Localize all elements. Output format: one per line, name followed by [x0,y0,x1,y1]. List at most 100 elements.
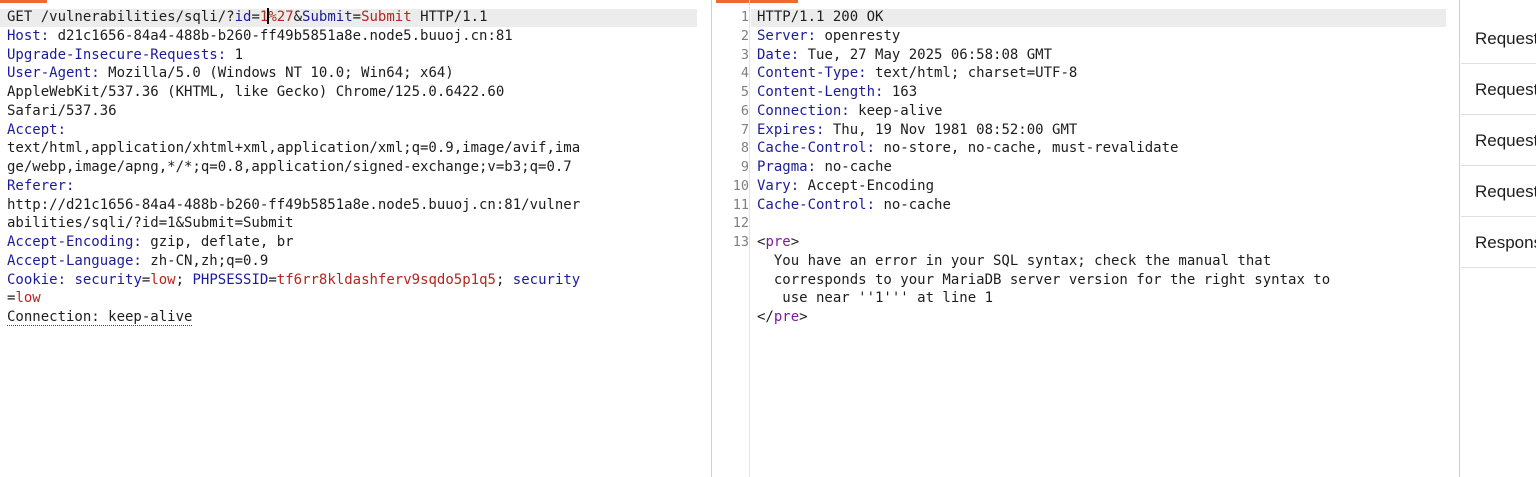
text-segment: use near ''1''' at line 1 [757,290,994,307]
text-segment: 163 [883,84,918,100]
request-line: Connection: keep-alive [7,308,580,327]
inspector-request-attributes[interactable]: Request [1461,13,1536,64]
response-line: Connection: keep-alive [757,102,1330,121]
text-segment: = [352,9,362,25]
text-segment: http://d21c1656-84a4-488b-b260-ff49b5851… [7,196,581,213]
header-name: security [74,271,142,288]
text-segment: keep-alive [849,102,943,119]
text-segment: openresty [816,27,901,44]
header-name: PHPSESSID [192,271,269,288]
html-tag: pre [773,309,800,325]
response-line: HTTP/1.1 200 OK [757,8,1330,27]
text-segment: d21c1656-84a4-488b-b260-ff49b5851a8e.nod… [49,27,513,44]
gutter-divider [749,0,750,477]
line-number: 12 [732,215,749,232]
request-line: http://d21c1656-84a4-488b-b260-ff49b5851… [7,196,580,215]
response-line: Server: openresty [757,27,1330,46]
text-segment: > [799,309,808,325]
header-name: Accept-Encoding: [7,234,142,250]
response-line: Vary: Accept-Encoding [757,177,1330,196]
text-segment: </ [757,309,774,325]
header-name: Connection: [757,102,850,119]
text-segment: > [790,234,800,250]
text-segment: = [268,271,277,288]
text-segment: corresponds to your MariaDB server versi… [757,271,1331,288]
header-name: Referer: [7,177,75,194]
header-name: Content-Type: [757,65,867,82]
text-segment: AppleWebKit/537.36 (KHTML, like Gecko) C… [7,84,505,100]
request-line: text/html,application/xhtml+xml,applicat… [7,139,580,158]
text-segment: = [251,9,260,25]
response-line: You have an error in your SQL syntax; ch… [757,252,1330,271]
line-number: 5 [740,84,749,100]
inspector-response-headers[interactable]: Response [1461,217,1536,268]
line-number: 7 [740,121,749,138]
response-line: Expires: Thu, 19 Nov 1981 08:52:00 GMT [757,121,1330,140]
line-number: 11 [732,196,749,213]
param-value: low [150,271,176,288]
response-line: corresponds to your MariaDB server versi… [757,271,1330,290]
response-line: Date: Tue, 27 May 2025 06:58:08 GMT [757,46,1330,65]
response-line: </pre> [757,308,1330,327]
line-number: 1 [740,9,749,25]
request-line: Referer: [7,177,580,196]
request-line: =low [7,289,580,308]
param-value: low [15,290,41,307]
request-line: User-Agent: Mozilla/5.0 (Windows NT 10.0… [7,64,580,83]
inspector-request-headers[interactable]: Request [1461,166,1536,217]
header-name: security [512,271,581,288]
text-segment: GET /vulnerabilities/sqli/? [7,9,235,25]
request-line: Upgrade-Insecure-Requests: 1 [7,46,580,65]
response-line: <pre> [757,233,1330,252]
header-name: Pragma: [757,159,817,175]
text-segment: no-cache [875,196,951,213]
response-line: Content-Length: 163 [757,83,1330,102]
text-segment: 1 [226,46,244,63]
text-segment: Thu, 19 Nov 1981 08:52:00 GMT [824,121,1078,138]
request-line: Cookie: security=low; PHPSESSID=tf6rr8kl… [7,271,580,290]
line-number: 9 [740,159,749,175]
header-name: Cookie: [7,271,67,288]
html-tag: pre [765,234,791,250]
header-name: Date: [757,46,800,63]
request-line: GET /vulnerabilities/sqli/?id=1%27&Submi… [7,8,580,27]
text-segment: & [293,9,303,25]
text-segment: zh-CN,zh;q=0.9 [141,252,269,269]
param-value: Submit [361,9,412,25]
request-line: abilities/sqli/?id=1&Submit=Submit [7,214,580,233]
header-name: Accept: [7,121,67,138]
response-raw-text[interactable]: HTTP/1.1 200 OK Server: openresty Date: Tu… [757,8,1330,327]
response-tab-indicator [716,0,798,3]
response-line: Cache-Control: no-store, no-cache, must-… [757,139,1330,158]
header-name: User-Agent: [7,65,100,82]
text-segment: HTTP/1.1 [411,9,488,25]
line-number: 4 [740,65,749,82]
text-segment: Mozilla/5.0 (Windows NT 10.0; Win64; x64… [99,65,454,82]
text-segment: Tue, 27 May 2025 06:58:08 GMT [799,46,1053,63]
line-number-gutter: 1 2 3 4 5 6 7 8 9 10 11 12 13 [714,8,749,252]
request-line: Accept-Language: zh-CN,zh;q=0.9 [7,252,580,271]
text-segment: text/html; charset=UTF-8 [866,65,1078,82]
text-segment: HTTP/1.1 200 OK [757,9,884,25]
header-name: Content-Length: [757,84,884,100]
text-segment: no-cache [816,159,892,175]
line-number: 2 [740,27,749,44]
line-number: 13 [732,234,749,250]
text-segment: abilities/sqli/?id=1&Submit=Submit [7,215,294,232]
response-line: Pragma: no-cache [757,158,1330,177]
text-segment: no-store, no-cache, must-revalidate [875,140,1179,157]
request-line: Host: d21c1656-84a4-488b-b260-ff49b5851a… [7,27,580,46]
header-name: Accept-Language: [7,252,142,269]
response-line [757,214,1330,233]
inspector-request-cookies[interactable]: Request [1461,115,1536,166]
request-line: Safari/537.36 [7,102,580,121]
inspector-request-query-params[interactable]: Request [1461,64,1536,115]
response-line: Content-Type: text/html; charset=UTF-8 [757,64,1330,83]
request-editor-pane[interactable]: GET /vulnerabilities/sqli/?id=1%27&Submi… [0,0,712,477]
header-name: id [234,9,252,25]
request-line: AppleWebKit/537.36 (KHTML, like Gecko) C… [7,83,580,102]
request-raw-text[interactable]: GET /vulnerabilities/sqli/?id=1%27&Submi… [7,8,580,327]
text-segment: Accept-Encoding [799,177,935,194]
line-number: 3 [740,46,749,63]
text-segment: Safari/537.36 [7,102,117,119]
